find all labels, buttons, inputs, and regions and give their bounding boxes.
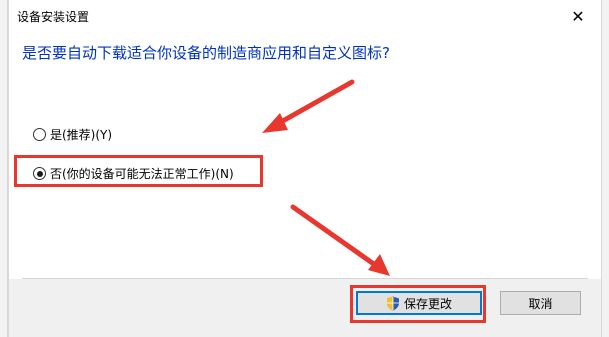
close-icon: ✕ xyxy=(571,6,585,26)
close-button[interactable]: ✕ xyxy=(555,0,601,32)
button-bar: 保存更改 取消 xyxy=(9,279,601,337)
cancel-button[interactable]: 取消 xyxy=(500,291,581,315)
cancel-label: 取消 xyxy=(528,296,553,311)
option-yes-label: 是(推荐)(Y) xyxy=(50,128,113,142)
background-window-left xyxy=(0,0,8,337)
highlight-option-no xyxy=(14,155,263,187)
dialog-title: 设备安装设置 xyxy=(17,10,90,24)
highlight-save-button xyxy=(350,285,486,323)
device-installation-settings-dialog: 设备安装设置 ✕ 是否要自动下载适合你设备的制造商应用和自定义图标? 是(推荐)… xyxy=(8,0,602,337)
background-window-right xyxy=(601,0,609,337)
option-yes[interactable]: 是(推荐)(Y) xyxy=(33,126,112,143)
radio-yes[interactable] xyxy=(33,128,46,141)
title-bar: 设备安装设置 ✕ xyxy=(9,0,601,32)
question-text: 是否要自动下载适合你设备的制造商应用和自定义图标? xyxy=(22,44,390,62)
